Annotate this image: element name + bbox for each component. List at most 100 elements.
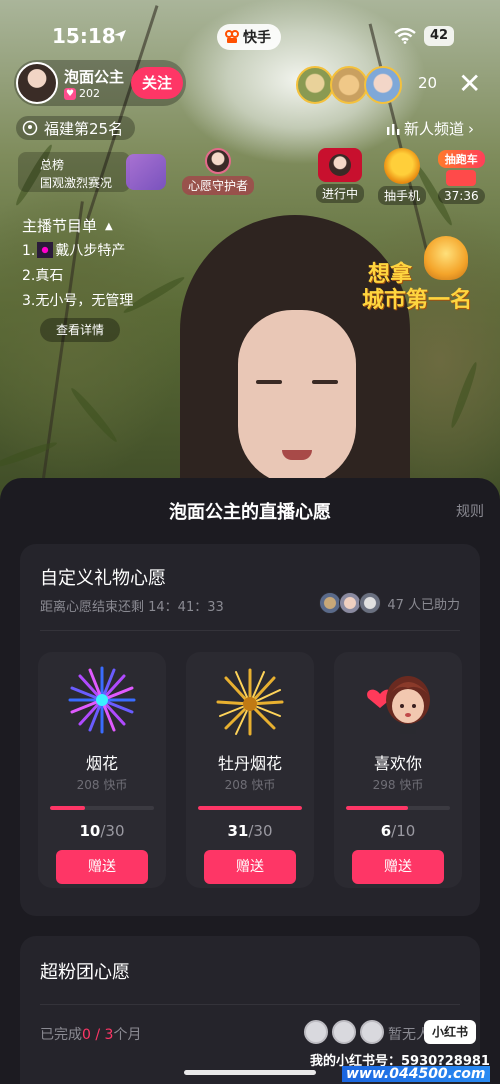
send-gift-button[interactable]: 赠送 (352, 850, 444, 884)
empty-avatar (332, 1020, 356, 1044)
chevron-right-icon: › (468, 119, 475, 138)
peony-fireworks-icon (216, 668, 284, 736)
city-first-promo[interactable]: 想拿 城市第一名 (362, 236, 486, 313)
program-header[interactable]: 主播节目单 ▲ (22, 214, 133, 239)
rules-link[interactable]: 规则 (456, 501, 484, 521)
trophy-icon (424, 236, 468, 280)
gift-name: 烟花 (85, 754, 118, 773)
helper-avatar (359, 592, 382, 614)
activity-label: 抽手机 (378, 186, 427, 205)
streamer-likes: ♥ 202 (64, 87, 100, 100)
status-bar: 15:18 快手 42 (0, 22, 500, 52)
gift-progress-fill (198, 806, 302, 810)
activity-timer: 37:36 (438, 188, 485, 204)
gift-progress-fill (50, 806, 85, 810)
program-item: 1. 戴八步特产 (22, 242, 126, 259)
chevron-up-icon[interactable]: ▲ (105, 214, 113, 239)
in-progress-icon (318, 148, 362, 182)
newcomer-channel[interactable]: 新人频道 › (386, 118, 474, 139)
leaf (68, 385, 120, 445)
promo-line2: 城市第一名 (362, 288, 473, 313)
xiaohongshu-watermark-badge: 小红书 (424, 1020, 476, 1044)
gift-card-like-you[interactable]: 喜欢你 298 快币 6/10 赠送 (334, 652, 462, 888)
helper-avatar (339, 592, 362, 614)
city-rank[interactable]: 福建第25名 (16, 116, 136, 140)
activity-phone-lottery[interactable]: 抽手机 (378, 148, 427, 205)
helper-avatar (319, 592, 342, 614)
gift-progress-bar (198, 806, 302, 810)
gift-card-fireworks[interactable]: 烟花 208 快币 10/30 赠送 (38, 652, 166, 888)
status-time: 15:18 (52, 24, 116, 48)
sports-car-lottery-icon (446, 170, 477, 186)
wifi-icon (394, 28, 416, 44)
send-gift-button[interactable]: 赠送 (56, 850, 148, 884)
helpers-summary[interactable]: 47 人已助力 (319, 592, 460, 614)
location-arrow-icon (114, 30, 126, 42)
program-item: 2.真石 (22, 268, 64, 284)
program-list[interactable]: 主播节目单 ▲ 1. 戴八步特产 2.真石 3.无小号，无管理 (22, 214, 133, 314)
follow-button[interactable]: 关注 (131, 67, 183, 99)
gift-progress-fill (346, 806, 409, 810)
divider (40, 630, 460, 631)
activity-label: 心愿守护者 (182, 176, 255, 195)
card-title: 超粉团心愿 (40, 962, 130, 983)
battery-indicator: 42 (424, 26, 454, 46)
fan-wish-progress: 已完成0 / 3个月 (40, 1027, 142, 1043)
viewer-avatars[interactable] (296, 66, 402, 104)
gift-price: 208 快币 (76, 778, 128, 792)
viewer-count[interactable]: 20 (418, 74, 437, 92)
viewer-avatar[interactable] (330, 66, 368, 104)
helpers-count: 47 人已助力 (387, 597, 460, 613)
gift-name: 喜欢你 (373, 754, 422, 773)
empty-avatar (360, 1020, 384, 1044)
gift-card-peony-fireworks[interactable]: 牡丹烟花 208 快币 31/30 赠送 (186, 652, 314, 888)
leaf (448, 360, 480, 430)
stream-badge-icon[interactable] (126, 154, 166, 190)
like-you-icon (367, 676, 430, 734)
fireworks-icon (68, 666, 136, 734)
send-gift-button[interactable]: 赠送 (204, 850, 296, 884)
gift-progress-bar (50, 806, 154, 810)
activity-label: 进行中 (316, 184, 365, 203)
activity-sports-car-lottery[interactable]: 抽跑车 37:36 (438, 150, 485, 204)
app-pill-label: 快手 (243, 30, 271, 46)
card-title: 自定义礼物心愿 (40, 568, 166, 589)
gift-progress-text: 10/30 (79, 822, 125, 840)
gift-price: 208 快币 (224, 778, 276, 792)
gift-progress-text: 6/10 (380, 822, 416, 840)
location-pin-icon (22, 120, 38, 136)
kuaishou-app-pill[interactable]: 快手 (217, 24, 281, 50)
city-rank-label: 福建第25名 (44, 119, 124, 138)
wish-guardian-icon (187, 148, 249, 174)
gift-progress-text: 31/30 (227, 822, 273, 840)
close-icon[interactable]: ✕ (458, 70, 481, 98)
program-item: 3.无小号，无管理 (22, 293, 134, 309)
streamer-avatar[interactable] (16, 62, 58, 104)
program-item-thumbnail (37, 242, 54, 258)
bars-icon (387, 123, 400, 135)
viewer-avatar[interactable] (296, 66, 334, 104)
streamer-name: 泡面公主 (64, 68, 125, 86)
likes-count: 202 (79, 87, 100, 100)
empty-avatar (304, 1020, 328, 1044)
fan-avatars (304, 1020, 384, 1044)
view-details-button[interactable]: 查看详情 (40, 318, 120, 342)
sheet-title: 泡面公主的直播心愿 (169, 502, 331, 523)
gift-name: 牡丹烟花 (217, 754, 282, 773)
channel-label: 新人频道 (404, 120, 465, 138)
divider (40, 1004, 460, 1005)
home-indicator[interactable] (184, 1070, 316, 1075)
watermark-site: www.044500.com (342, 1066, 490, 1082)
rank-board[interactable]: 总榜 国观激烈赛况 (18, 152, 130, 192)
gift-price: 298 快币 (372, 778, 424, 792)
activity-in-progress[interactable]: 进行中 (316, 148, 365, 203)
wish-countdown: 距离心愿结束还剩 14：41：33 (40, 600, 224, 615)
program-title: 主播节目单 (22, 217, 98, 235)
board-title: 总榜 (40, 158, 65, 172)
board-subtitle: 国观激烈赛况 (40, 176, 113, 190)
activity-wish-guardian[interactable]: 心愿守护者 (182, 148, 255, 195)
heart-icon: ♥ (64, 87, 76, 100)
viewer-avatar[interactable] (364, 66, 402, 104)
leaf (0, 439, 59, 471)
custom-gift-wish-card: 自定义礼物心愿 距离心愿结束还剩 14：41：33 47 人已助力 烟花 208… (20, 544, 480, 916)
